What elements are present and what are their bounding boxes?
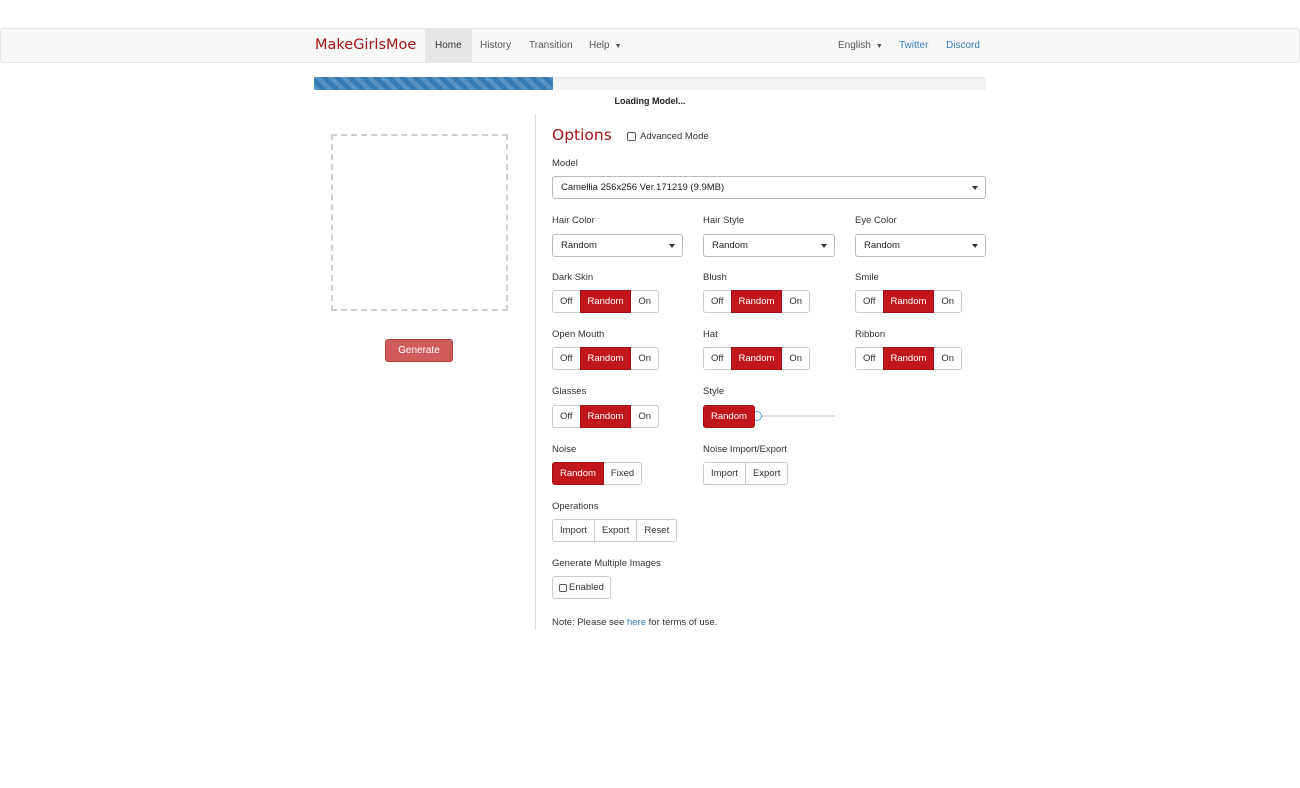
progress-label: Loading Model... — [614, 96, 686, 106]
operations-group: Import Export Reset — [552, 519, 678, 542]
glasses-random-button[interactable]: Random — [579, 405, 632, 428]
noise-import-export-group: Import Export — [703, 462, 789, 485]
advanced-mode-label: Advanced Mode — [640, 131, 709, 142]
generate-multiple-enabled-toggle[interactable]: Enabled — [552, 576, 611, 599]
blush-label: Blush — [703, 272, 727, 283]
nav-help-dropdown[interactable]: Help ▼ — [579, 29, 632, 62]
style-random-button[interactable]: Random — [703, 405, 755, 428]
noise-fixed-button[interactable]: Fixed — [602, 462, 643, 485]
model-label: Model — [552, 158, 578, 169]
smile-random-button[interactable]: Random — [882, 290, 935, 313]
language-label: English — [838, 40, 871, 51]
open-mouth-toggle: Off Random On — [552, 347, 660, 370]
operations-import-button[interactable]: Import — [552, 519, 595, 542]
blush-toggle: Off Random On — [703, 290, 811, 313]
blush-off-button[interactable]: Off — [703, 290, 732, 313]
smile-off-button[interactable]: Off — [855, 290, 884, 313]
open-mouth-on-button[interactable]: On — [630, 347, 660, 370]
dark-skin-off-button[interactable]: Off — [552, 290, 581, 313]
ribbon-label: Ribbon — [855, 329, 886, 340]
image-canvas — [331, 134, 508, 311]
loading-progress — [314, 77, 986, 90]
caret-down-icon: ▼ — [614, 43, 622, 50]
ribbon-off-button[interactable]: Off — [855, 347, 884, 370]
discord-link[interactable]: Discord — [936, 29, 990, 62]
caret-down-icon — [669, 244, 675, 248]
hair-color-label: Hair Color — [552, 215, 595, 226]
enabled-label: Enabled — [569, 582, 604, 593]
glasses-toggle: Off Random On — [552, 405, 660, 428]
noise-import-export-label: Noise Import/Export — [703, 444, 787, 455]
hat-on-button[interactable]: On — [781, 347, 811, 370]
hair-style-select[interactable]: Random — [703, 234, 835, 257]
glasses-on-button[interactable]: On — [630, 405, 660, 428]
twitter-link[interactable]: Twitter — [889, 29, 938, 62]
hair-color-select[interactable]: Random — [552, 234, 683, 257]
nav-home[interactable]: Home — [425, 29, 472, 62]
ribbon-toggle: Off Random On — [855, 347, 963, 370]
style-label: Style — [703, 386, 725, 397]
smile-label: Smile — [855, 272, 879, 283]
advanced-mode-toggle[interactable]: Advanced Mode — [627, 131, 709, 142]
ribbon-on-button[interactable]: On — [933, 347, 963, 370]
options-title: Options — [552, 126, 612, 144]
hat-off-button[interactable]: Off — [703, 347, 732, 370]
hat-random-button[interactable]: Random — [730, 347, 783, 370]
glasses-off-button[interactable]: Off — [552, 405, 581, 428]
checkbox-icon[interactable] — [627, 132, 636, 141]
blush-random-button[interactable]: Random — [730, 290, 783, 313]
ribbon-random-button[interactable]: Random — [882, 347, 935, 370]
open-mouth-label: Open Mouth — [552, 329, 605, 340]
note-prefix: Note: Please see — [552, 617, 627, 628]
smile-toggle: Off Random On — [855, 290, 963, 313]
style-slider-track[interactable] — [757, 415, 835, 417]
checkbox-icon — [559, 583, 567, 592]
nav-history[interactable]: History — [470, 29, 521, 62]
dark-skin-label: Dark Skin — [552, 272, 594, 283]
eye-color-value: Random — [864, 240, 900, 251]
caret-down-icon — [821, 244, 827, 248]
generate-button[interactable]: Generate — [385, 339, 453, 362]
operations-reset-button[interactable]: Reset — [636, 519, 678, 542]
column-divider — [535, 114, 536, 630]
brand-logo[interactable]: MakeGirlsMoe — [315, 29, 416, 62]
caret-down-icon — [972, 244, 978, 248]
dark-skin-on-button[interactable]: On — [630, 290, 660, 313]
terms-link[interactable]: here — [627, 617, 646, 628]
eye-color-label: Eye Color — [855, 215, 897, 226]
open-mouth-off-button[interactable]: Off — [552, 347, 581, 370]
noise-import-button[interactable]: Import — [703, 462, 746, 485]
operations-label: Operations — [552, 501, 599, 512]
hair-style-value: Random — [712, 240, 748, 251]
eye-color-select[interactable]: Random — [855, 234, 986, 257]
blush-on-button[interactable]: On — [781, 290, 811, 313]
noise-export-button[interactable]: Export — [744, 462, 789, 485]
terms-note: Note: Please see here for terms of use. — [552, 617, 717, 628]
smile-on-button[interactable]: On — [933, 290, 963, 313]
hat-label: Hat — [703, 329, 718, 340]
dark-skin-toggle: Off Random On — [552, 290, 660, 313]
dark-skin-random-button[interactable]: Random — [579, 290, 632, 313]
caret-down-icon: ▼ — [875, 43, 883, 50]
model-select[interactable]: Camellia 256x256 Ver.171219 (9.9MB) — [552, 176, 986, 199]
language-dropdown[interactable]: English ▼ — [828, 29, 893, 62]
glasses-label: Glasses — [552, 386, 587, 397]
noise-label: Noise — [552, 444, 577, 455]
open-mouth-random-button[interactable]: Random — [579, 347, 632, 370]
style-control: Random — [703, 405, 755, 428]
operations-export-button[interactable]: Export — [593, 519, 638, 542]
generate-multiple-label: Generate Multiple Images — [552, 558, 661, 569]
hat-toggle: Off Random On — [703, 347, 811, 370]
hair-style-label: Hair Style — [703, 215, 745, 226]
caret-down-icon — [972, 186, 978, 190]
navbar: MakeGirlsMoe Home History Transition Hel… — [0, 28, 1300, 63]
note-suffix: for terms of use. — [646, 617, 718, 628]
hair-color-value: Random — [561, 240, 597, 251]
model-select-value: Camellia 256x256 Ver.171219 (9.9MB) — [561, 182, 725, 193]
noise-random-button[interactable]: Random — [552, 462, 604, 485]
nav-help-label: Help — [589, 40, 610, 51]
nav-transition[interactable]: Transition — [519, 29, 583, 62]
noise-toggle: Random Fixed — [552, 462, 643, 485]
progress-bar-fill — [314, 77, 553, 90]
